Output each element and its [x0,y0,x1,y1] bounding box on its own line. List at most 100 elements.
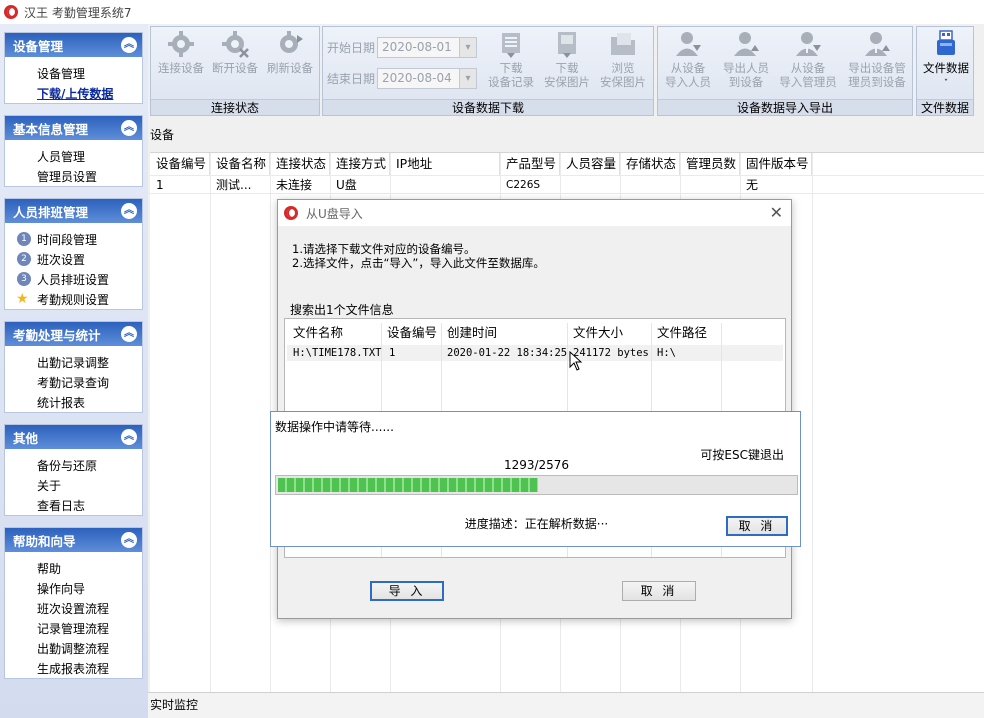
column-header-ip-address[interactable]: IP地址 [390,153,500,175]
button-label-line1: 导出人员 [723,61,769,75]
download-device-records-button[interactable]: 下载 设备记录 [483,29,539,89]
download-security-images-button[interactable]: 下载 安保图片 [539,29,595,89]
button-label: 连接设备 [158,61,204,75]
sidebar-item-time-period[interactable]: 1 时间段管理 [5,229,142,249]
export-persons-to-device-button[interactable]: 导出人员 到设备 [716,29,776,89]
dialog-cancel-button[interactable]: 取 消 [622,581,696,601]
browse-security-images-button[interactable]: 浏览 安保图片 [595,29,651,89]
sidebar-item-record-flow[interactable]: 记录管理流程 [5,618,142,638]
admin-import-icon [796,32,821,56]
item-label: 时间段管理 [37,232,98,247]
cell-file-path[interactable]: H:\ [653,345,676,361]
column-header-connection-status[interactable]: 连接状态 [270,153,330,175]
file-data-button[interactable]: 文件数据 ˇ [918,29,974,91]
sidebar-item-report-flow[interactable]: 生成报表流程 [5,658,142,678]
sidebar-item-person-schedule[interactable]: 3 人员排班设置 [5,269,142,289]
collapse-icon[interactable]: ︽ [121,120,137,136]
collapse-icon[interactable]: ︽ [121,326,137,342]
toolbar-group-download: 开始日期 2020-08-01 结束日期 2020-08-04 下载设备记录 下… [322,26,654,116]
status-bar: 实时监控 [148,692,984,718]
progress-cancel-button[interactable]: 取 消 [726,516,788,536]
column-header-device-name[interactable]: 设备名称 [210,153,270,175]
column-header-product-model[interactable]: 产品型号 [500,153,560,175]
collapse-icon[interactable]: ︽ [121,37,137,53]
download-records-icon [502,33,520,58]
star-icon: ★ [16,291,29,307]
cell-created-time[interactable]: 2020-01-22 18:34:25 [443,345,567,361]
column-header-device-id[interactable]: 设备编号 [150,153,210,175]
item-label: 考勤规则设置 [37,292,110,307]
column-header-file-size[interactable]: 文件大小 [569,323,623,343]
column-header-admin-count[interactable]: 管理员数 [680,153,740,175]
cell-firmware-version[interactable]: 无 [740,176,758,194]
number-one-icon: 1 [17,232,31,246]
sidebar-item-person-manage[interactable]: 人员管理 [5,146,142,166]
button-label-line1: 下载 [555,61,579,75]
sidebar-item-device-manage[interactable]: 设备管理 [5,63,142,83]
sidebar-group-header[interactable]: 人员排班管理 ︽ [5,199,142,223]
sidebar-group-header[interactable]: 其他 ︽ [5,425,142,449]
sidebar-item-record-adjust[interactable]: 出勤记录调整 [5,352,142,372]
sidebar-item-help[interactable]: 帮助 [5,558,142,578]
sidebar-item-wizard[interactable]: 操作向导 [5,578,142,598]
column-header-person-capacity[interactable]: 人员容量 [560,153,620,175]
collapse-icon[interactable]: ︽ [121,203,137,219]
button-label-line1: 下载 [499,61,523,75]
column-header-storage-status[interactable]: 存储状态 [620,153,680,175]
chevron-down-icon[interactable]: ˇ [944,79,949,89]
cell-connection-method[interactable]: U盘 [330,176,357,194]
disconnect-device-button[interactable]: 断开设备 [209,29,261,75]
import-button[interactable]: 导 入 [370,581,444,601]
progress-bar [275,475,798,495]
sidebar-item-report[interactable]: 统计报表 [5,392,142,412]
cell-device-name[interactable]: 测试... [210,176,251,194]
button-label-line2: 导入管理员 [779,75,837,89]
sidebar-item-log[interactable]: 查看日志 [5,495,142,515]
item-label: 人员排班设置 [37,272,110,287]
sidebar-item-rules[interactable]: ★ 考勤规则设置 [5,289,142,309]
progress-title: 数据操作中请等待...... [275,420,394,434]
end-date-picker[interactable]: 2020-08-04 [377,68,478,89]
column-header-device-id[interactable]: 设备编号 [383,323,437,343]
collapse-icon[interactable]: ︽ [121,532,137,548]
export-admins-to-device-button[interactable]: 导出设备管 理员到设备 [842,29,912,89]
cell-device-id[interactable]: 1 [385,345,395,361]
import-admins-from-device-button[interactable]: 从设备 导入管理员 [776,29,840,89]
cell-connection-status[interactable]: 未连接 [270,176,312,194]
cell-file-name[interactable]: H:\TIME178.TXT [289,345,382,361]
column-header-connection-method[interactable]: 连接方式 [330,153,390,175]
toolbar-group-file: 文件数据 ˇ 文件数据 [916,26,974,116]
column-header-created-time[interactable]: 创建时间 [443,323,497,343]
sidebar-item-backup[interactable]: 备份与还原 [5,455,142,475]
close-icon[interactable]: ✕ [770,203,783,222]
dialog-title-bar[interactable]: 从U盘导入 ✕ [278,200,791,226]
button-label: 刷新设备 [267,61,313,75]
instruction-line: 2.选择文件，点击“导入”，导入此文件至数据库。 [292,256,545,270]
column-header-file-path[interactable]: 文件路径 [653,323,707,343]
sidebar-item-about[interactable]: 关于 [5,475,142,495]
group-title: 帮助和向导 [13,533,76,549]
sidebar-item-record-query[interactable]: 考勤记录查询 [5,372,142,392]
sidebar-group-header[interactable]: 设备管理 ︽ [5,33,142,57]
button-label-line2: 导入人员 [665,75,711,89]
sidebar-item-admin-settings[interactable]: 管理员设置 [5,166,142,186]
sidebar-item-shift-flow[interactable]: 班次设置流程 [5,598,142,618]
import-persons-from-device-button[interactable]: 从设备 导入人员 [660,29,716,89]
sidebar-item-shift[interactable]: 2 班次设置 [5,249,142,269]
collapse-icon[interactable]: ︽ [121,429,137,445]
sidebar-group-header[interactable]: 考勤处理与统计 ︽ [5,322,142,346]
refresh-device-button[interactable]: 刷新设备 [263,29,317,75]
sidebar-item-download-upload[interactable]: 下载/上传数据 [5,83,142,103]
connect-device-button[interactable]: 连接设备 [155,29,207,75]
column-header-firmware-version[interactable]: 固件版本号 [740,153,812,175]
button-label: 文件数据 [923,61,969,75]
column-header-file-name[interactable]: 文件名称 [289,323,343,343]
cell-product-model[interactable]: C226S [500,176,540,194]
sidebar-item-adjust-flow[interactable]: 出勤调整流程 [5,638,142,658]
sidebar-group-header[interactable]: 基本信息管理 ︽ [5,116,142,140]
sidebar-group-header[interactable]: 帮助和向导 ︽ [5,528,142,552]
sidebar-group-schedule: 人员排班管理 ︽ 1 时间段管理 2 班次设置 3 人员排班设置 ★ 考勤规则设置 [4,198,143,310]
user-import-icon [676,32,701,56]
start-date-picker[interactable]: 2020-08-01 [377,37,478,58]
cell-device-id[interactable]: 1 [150,176,164,194]
